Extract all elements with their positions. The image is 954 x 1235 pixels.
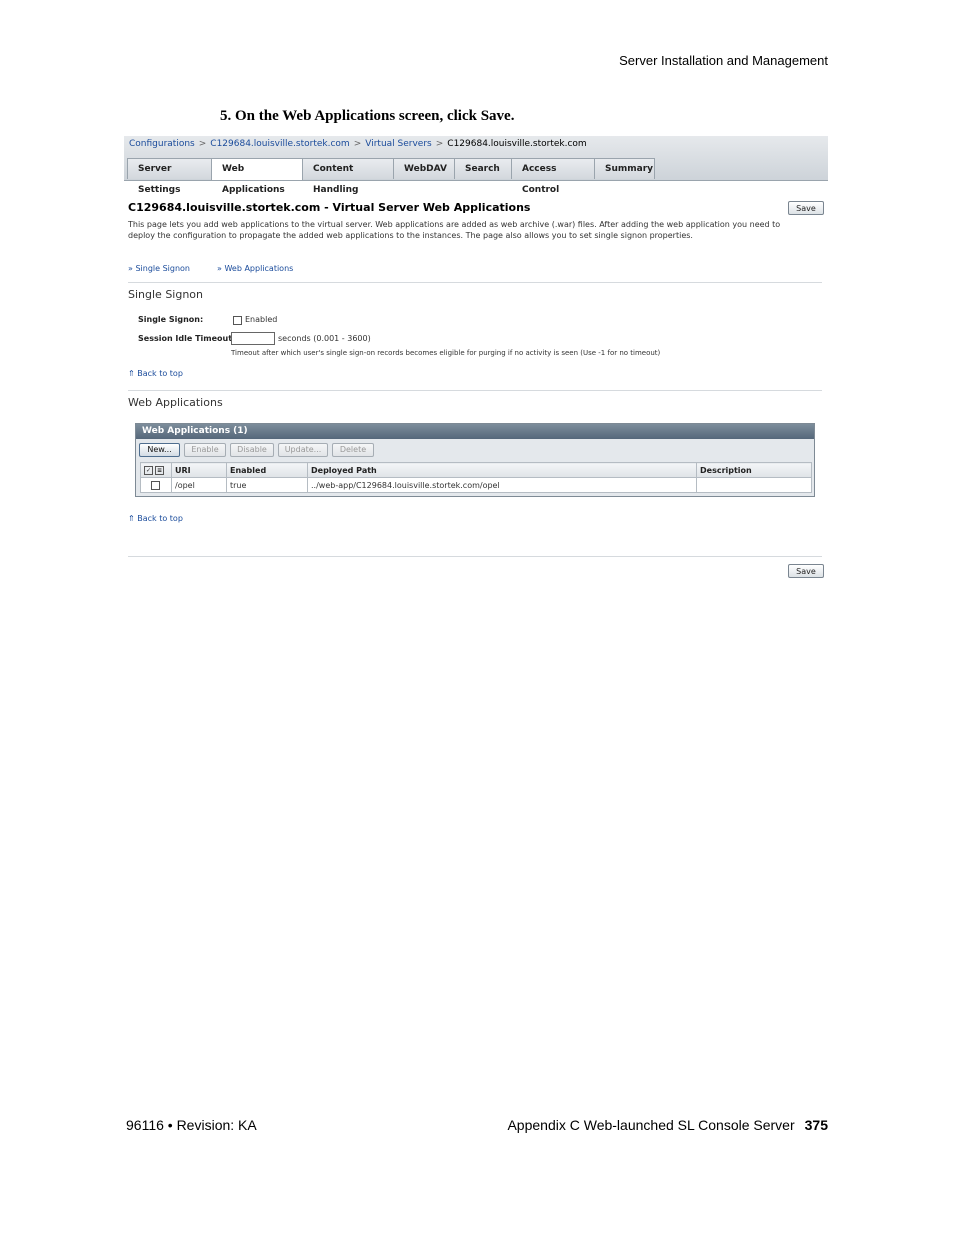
table-header-row: ✓ ≡ URI Enabled Deployed Path Description — [140, 462, 812, 478]
tab-access-control[interactable]: Access Control — [511, 158, 595, 195]
tab-content-handling[interactable]: Content Handling — [302, 158, 394, 195]
column-header-enabled[interactable]: Enabled — [226, 462, 308, 478]
breadcrumb-configurations[interactable]: Configurations — [129, 139, 195, 149]
double-chevron-down-icon: » — [128, 264, 133, 273]
breadcrumb-configuration[interactable]: C129684.louisville.stortek.com — [210, 139, 349, 149]
cell-deployed-path: ../web-app/C129684.louisville.stortek.co… — [307, 477, 697, 493]
divider — [128, 390, 822, 391]
deselect-all-icon[interactable]: ≡ — [155, 465, 164, 475]
section-title-web-applications: Web Applications — [128, 396, 223, 409]
cell-description — [696, 477, 812, 493]
masthead: Configurations > C129684.louisville.storte… — [124, 136, 828, 195]
section-title-single-signon: Single Signon — [128, 288, 204, 301]
tab-search[interactable]: Search — [454, 158, 512, 179]
tab-server-settings[interactable]: Server Settings — [127, 158, 212, 195]
new-button[interactable]: New... — [139, 443, 180, 457]
session-idle-timeout-input[interactable] — [231, 332, 275, 345]
tab-web-applications[interactable]: Web Applications — [211, 158, 303, 195]
select-all-header: ✓ ≡ — [140, 462, 172, 478]
tab-webdav[interactable]: WebDAV — [393, 158, 455, 179]
enable-button[interactable]: Enable — [184, 443, 226, 457]
breadcrumb-separator: > — [353, 139, 362, 149]
running-head: Server Installation and Management — [619, 53, 828, 68]
delete-button[interactable]: Delete — [332, 443, 374, 457]
jump-link-web-applications[interactable]: » Web Applications — [217, 264, 293, 273]
row-select-checkbox[interactable] — [150, 480, 160, 490]
back-to-top-link[interactable]: ⇑ Back to top — [128, 369, 183, 378]
web-applications-grid: ✓ ≡ URI Enabled Deployed Path Description… — [140, 462, 812, 493]
table-title: Web Applications (1) — [136, 424, 814, 439]
breadcrumb-current: C129684.louisville.stortek.com — [447, 139, 587, 149]
jump-link-single-signon[interactable]: » Single Signon — [128, 264, 190, 273]
footer-chapter-title: Appendix C Web-launched SL Console Serve… — [507, 1117, 795, 1133]
page-description: This page lets you add web applications … — [128, 220, 781, 240]
cell-enabled: true — [226, 477, 308, 493]
update-button[interactable]: Update... — [278, 443, 328, 457]
step-instruction: 5. On the Web Applications screen, click… — [220, 108, 515, 124]
page-number: 375 — [804, 1117, 828, 1133]
save-button-top[interactable]: Save — [788, 201, 824, 215]
single-signon-label: Single Signon: — [138, 315, 204, 324]
column-header-deployed-path[interactable]: Deployed Path — [307, 462, 697, 478]
timeout-unit: seconds (0.001 - 3600) — [278, 334, 371, 343]
breadcrumb-virtual-servers[interactable]: Virtual Servers — [365, 139, 431, 149]
single-signon-enabled-checkbox[interactable] — [233, 316, 242, 325]
cell-uri[interactable]: /opel — [171, 477, 227, 493]
breadcrumb-separator: > — [435, 139, 444, 149]
double-chevron-down-icon: » — [217, 264, 222, 273]
table-row: /opel true ../web-app/C129684.louisville… — [140, 477, 812, 493]
enabled-label: Enabled — [245, 315, 278, 324]
breadcrumb-separator: > — [198, 139, 207, 149]
disable-button[interactable]: Disable — [230, 443, 274, 457]
divider — [128, 282, 822, 283]
tab-bar: Server Settings Web Applications Content… — [127, 158, 655, 195]
session-idle-timeout-label: Session Idle Timeout: — [138, 334, 236, 343]
row-select-cell — [140, 477, 172, 493]
footer-chapter: Appendix C Web-launched SL Console Serve… — [507, 1117, 828, 1133]
column-header-uri[interactable]: URI — [171, 462, 227, 478]
select-all-icon[interactable]: ✓ — [144, 465, 153, 475]
double-chevron-up-icon: ⇑ — [128, 369, 135, 378]
web-applications-table: Web Applications (1) New... Enable Disab… — [135, 423, 815, 497]
back-to-top-link[interactable]: ⇑ Back to top — [128, 514, 183, 523]
tab-summary[interactable]: Summary — [594, 158, 655, 179]
timeout-help: Timeout after which user's single sign-o… — [231, 349, 661, 357]
double-chevron-up-icon: ⇑ — [128, 514, 135, 523]
save-button-bottom[interactable]: Save — [788, 564, 824, 578]
page-title: C129684.louisville.stortek.com - Virtual… — [128, 201, 531, 214]
footer-document-id: 96116 • Revision: KA — [126, 1117, 257, 1133]
screenshot-frame: Configurations > C129684.louisville.storte… — [124, 136, 828, 581]
column-header-description[interactable]: Description — [696, 462, 812, 478]
divider — [128, 556, 822, 557]
breadcrumb: Configurations > C129684.louisville.storte… — [129, 139, 587, 149]
